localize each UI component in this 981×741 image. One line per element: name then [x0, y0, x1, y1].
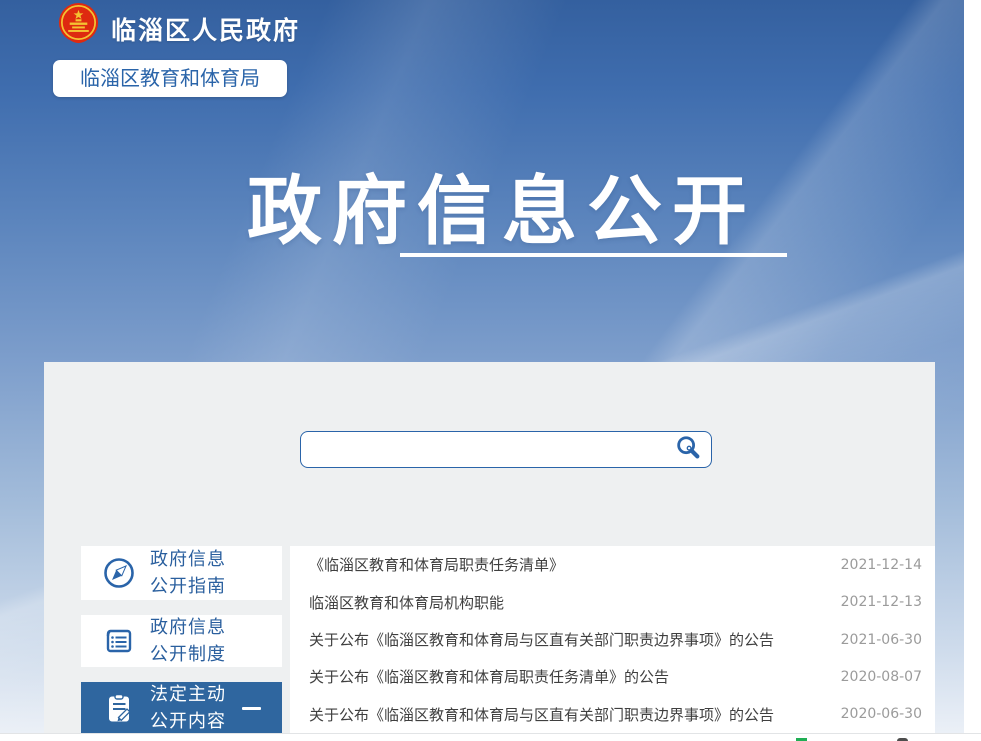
article-title[interactable]: 关于公布《临淄区教育和体育局职责任务清单》的公告: [309, 666, 669, 687]
sidebar-item-system[interactable]: 政府信息 公开制度: [81, 615, 282, 667]
search-button[interactable]: [674, 434, 711, 465]
site-name: 临淄区人民政府: [111, 11, 300, 47]
search-box: [300, 431, 712, 468]
collapse-minus-icon[interactable]: [242, 707, 261, 710]
article-row[interactable]: 关于公布《临淄区教育和体育局与区直有关部门职责边界事项》的公告 2020-06-…: [290, 696, 935, 733]
page: 临淄区人民政府 临淄区教育和体育局 政府信息公开: [0, 0, 981, 741]
banner-title: 政府信息公开: [0, 150, 964, 259]
national-emblem-icon: [55, 2, 102, 51]
search-icon: [674, 434, 702, 465]
footer-strip: [0, 733, 981, 741]
article-date: 2021-12-13: [841, 594, 922, 610]
article-title[interactable]: 临淄区教育和体育局机构职能: [309, 592, 504, 613]
sidebar-item-guide[interactable]: 政府信息 公开指南: [81, 546, 282, 600]
article-date: 2021-12-14: [841, 557, 922, 573]
list-icon: [100, 623, 137, 660]
article-row[interactable]: 关于公布《临淄区教育和体育局与区直有关部门职责边界事项》的公告 2021-06-…: [290, 621, 935, 658]
article-date: 2021-06-30: [841, 632, 922, 648]
article-row[interactable]: 关于公布《临淄区教育和体育局职责任务清单》的公告 2020-08-07: [290, 658, 935, 695]
title-underline: [400, 253, 787, 257]
sidebar-item-label: 政府信息 公开制度: [150, 614, 226, 668]
article-row[interactable]: 《临淄区教育和体育局职责任务清单》 2021-12-14: [290, 546, 935, 583]
article-date: 2020-08-07: [841, 669, 922, 685]
sidebar-item-statutory-disclosure[interactable]: 法定主动 公开内容: [81, 682, 282, 733]
compass-icon: [100, 555, 137, 592]
sidebar-item-label: 政府信息 公开指南: [150, 546, 226, 600]
article-row[interactable]: 临淄区教育和体育局机构职能 2021-12-13: [290, 583, 935, 620]
sidebar-item-label: 法定主动 公开内容: [150, 681, 226, 735]
clipboard-pen-icon: [100, 689, 137, 726]
article-list: 《临淄区教育和体育局职责任务清单》 2021-12-14 临淄区教育和体育局机构…: [290, 546, 935, 733]
article-title[interactable]: 关于公布《临淄区教育和体育局与区直有关部门职责边界事项》的公告: [309, 704, 774, 725]
article-title[interactable]: 关于公布《临淄区教育和体育局与区直有关部门职责边界事项》的公告: [309, 629, 774, 650]
site-logo[interactable]: 临淄区人民政府: [55, 2, 300, 51]
article-date: 2020-06-30: [841, 706, 922, 722]
search-input[interactable]: [301, 432, 674, 467]
department-button[interactable]: 临淄区教育和体育局: [53, 60, 287, 97]
article-title[interactable]: 《临淄区教育和体育局职责任务清单》: [309, 554, 564, 575]
